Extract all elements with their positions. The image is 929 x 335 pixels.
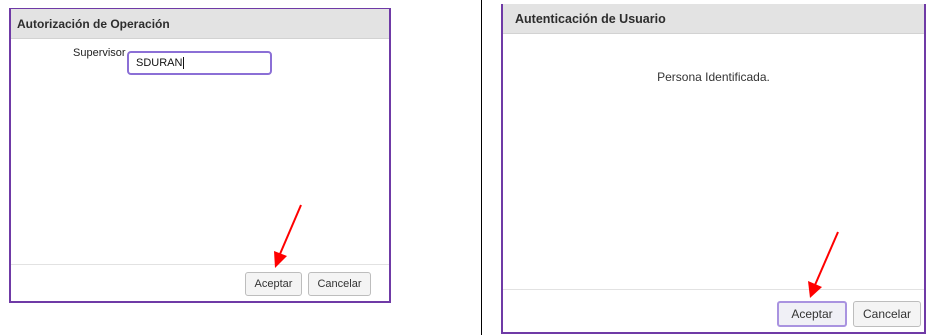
- annotation-arrows: [274, 204, 839, 298]
- left-red-arrow-icon: [274, 204, 302, 268]
- right-red-arrow-icon: [808, 231, 839, 298]
